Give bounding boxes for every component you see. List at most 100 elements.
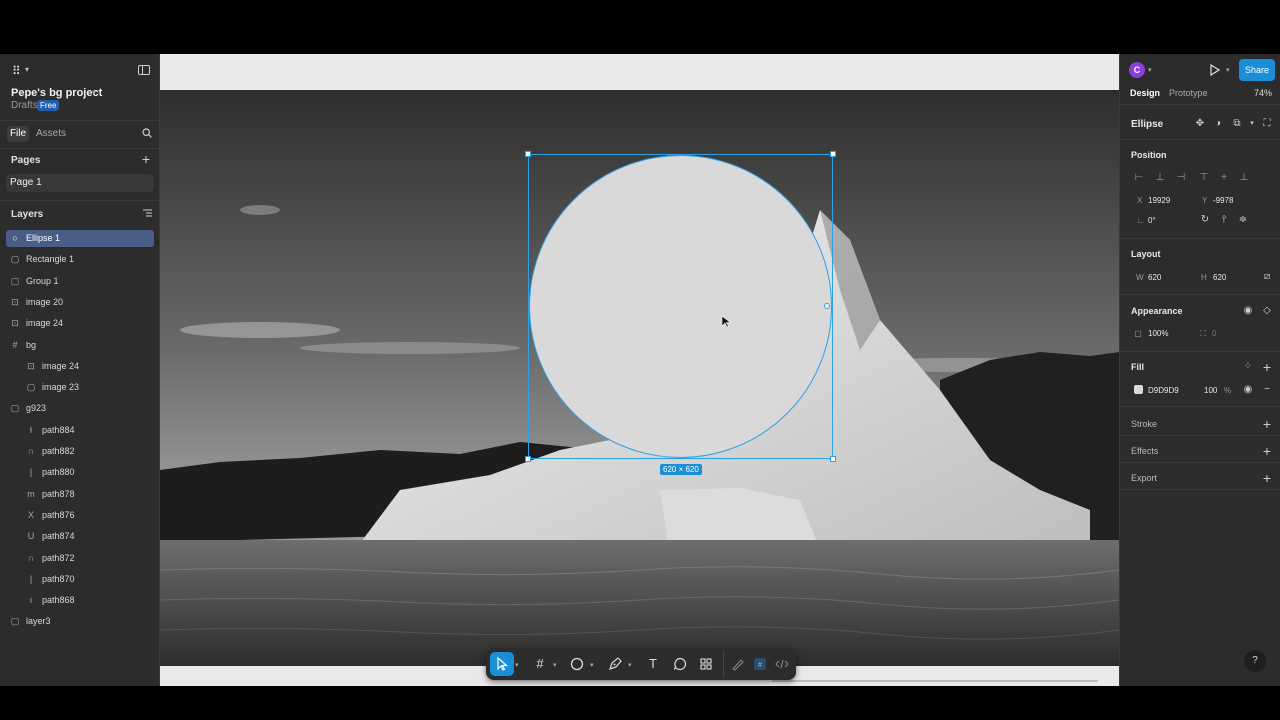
fill-opacity-input[interactable]: 100	[1204, 386, 1217, 395]
layer-list-icon[interactable]	[143, 209, 152, 217]
search-icon[interactable]	[142, 128, 152, 138]
layer-row[interactable]: ▢ g923	[6, 400, 154, 417]
remove-fill-icon[interactable]: −	[1261, 385, 1273, 395]
y-input[interactable]: -9978	[1213, 196, 1233, 205]
chevron-down-icon[interactable]: ▾	[628, 661, 632, 669]
chevron-down-icon[interactable]: ▾	[553, 661, 557, 669]
avatar[interactable]: C	[1129, 62, 1145, 78]
resize-handle-bottom-right[interactable]	[830, 456, 836, 462]
pen-tool[interactable]	[603, 652, 627, 676]
add-page-icon[interactable]: +	[141, 152, 151, 166]
chevron-down-icon[interactable]: ▾	[92, 88, 96, 97]
layer-row[interactable]: | path870	[6, 571, 154, 588]
width-input[interactable]: 620	[1148, 273, 1161, 282]
tab-assets[interactable]: Assets	[36, 126, 66, 142]
divider	[723, 652, 724, 676]
draw-mode-button[interactable]	[726, 652, 750, 676]
layer-row[interactable]: | path880	[6, 464, 154, 481]
layer-row[interactable]: ▢ image 23	[6, 379, 154, 396]
horizontal-scrollbar[interactable]	[772, 680, 1098, 682]
flip-horizontal-icon[interactable]: ⫯	[1218, 215, 1230, 225]
tab-prototype[interactable]: Prototype	[1169, 88, 1208, 98]
move-tool[interactable]	[490, 652, 514, 676]
layer-row[interactable]: ○ Ellipse 1	[6, 230, 154, 247]
zoom-level[interactable]: 74%	[1254, 88, 1272, 98]
frame-tool[interactable]: #	[528, 652, 552, 676]
layer-row[interactable]: ƚ path884	[6, 422, 154, 439]
chevron-down-icon[interactable]: ▾	[515, 661, 519, 669]
chevron-down-icon[interactable]: ▾	[1226, 66, 1230, 74]
chevron-down-icon[interactable]: ▾	[590, 661, 594, 669]
rotation-input[interactable]: 0°	[1148, 216, 1156, 225]
layer-row[interactable]: m path878	[6, 486, 154, 503]
eye-icon[interactable]: ◉	[1242, 306, 1254, 316]
layer-row[interactable]: ⊡ image 24	[6, 358, 154, 375]
blend-mode-icon[interactable]: ◇	[1261, 306, 1273, 316]
resize-handle-top-left[interactable]	[525, 151, 531, 157]
eye-icon[interactable]: ◉	[1242, 385, 1254, 395]
chevron-down-icon[interactable]: ▾	[1246, 119, 1258, 129]
height-input[interactable]: 620	[1213, 273, 1226, 282]
boolean-icon[interactable]: ⧉	[1231, 119, 1243, 129]
help-button[interactable]: ?	[1244, 650, 1266, 672]
opacity-input[interactable]: 100%	[1148, 329, 1168, 338]
align-center-v-icon[interactable]: +	[1218, 173, 1230, 183]
text-tool[interactable]: T	[641, 652, 665, 676]
layer-label: path880	[42, 467, 75, 478]
align-left-icon[interactable]: ⊢	[1133, 173, 1145, 183]
align-right-icon[interactable]: ⊣	[1175, 173, 1187, 183]
layer-row[interactable]: ∩ path882	[6, 443, 154, 460]
layer-row[interactable]: ∩ path872	[6, 550, 154, 567]
x-label: X	[1137, 196, 1143, 205]
mask-icon[interactable]: ◑	[1212, 119, 1224, 129]
layer-row[interactable]: ⊡ image 24	[6, 315, 154, 332]
corner-radius-input[interactable]: 0	[1212, 329, 1216, 338]
layer-row[interactable]: # bg	[6, 337, 154, 354]
selection-box[interactable]	[528, 154, 833, 459]
add-export-icon[interactable]: +	[1262, 471, 1272, 485]
present-play-icon[interactable]	[1210, 64, 1220, 76]
align-top-icon[interactable]: ⊤	[1198, 173, 1210, 183]
add-fill-icon[interactable]: +	[1262, 360, 1272, 374]
layer-row[interactable]: Xpath876	[6, 507, 154, 524]
layer-row[interactable]: ▢ Rectangle 1	[6, 251, 154, 268]
layer-row[interactable]: Upath874	[6, 528, 154, 545]
layer-row[interactable]: ı path868	[6, 592, 154, 609]
canvas[interactable]: 620 × 620	[160, 54, 1119, 686]
rotate-icon[interactable]: ↻	[1199, 215, 1211, 225]
page-item[interactable]: Page 1	[6, 174, 154, 192]
fill-hex-input[interactable]: D9D9D9	[1148, 386, 1179, 395]
add-effect-icon[interactable]: +	[1262, 444, 1272, 458]
tab-design[interactable]: Design	[1130, 88, 1160, 98]
style-grid-icon[interactable]: ⁘	[1242, 362, 1254, 372]
project-name[interactable]: Pepe's bg project	[11, 87, 102, 99]
align-bottom-icon[interactable]: ⊥	[1238, 173, 1250, 183]
tab-file[interactable]: File	[7, 126, 29, 142]
fill-swatch[interactable]	[1134, 385, 1143, 394]
chevron-down-icon[interactable]: ▾	[1148, 66, 1152, 74]
figma-menu-icon[interactable]: ⠿	[12, 64, 21, 78]
flip-vertical-icon[interactable]: ≑	[1237, 215, 1249, 225]
constrain-proportions-icon[interactable]: ⧄	[1261, 272, 1273, 282]
layer-row[interactable]: ▢ layer3	[6, 613, 154, 630]
design-mode-button[interactable]: #	[748, 652, 772, 676]
stroke-title: Stroke	[1131, 419, 1158, 429]
share-button[interactable]: Share	[1239, 59, 1275, 81]
dev-mode-button[interactable]	[770, 652, 794, 676]
comment-tool[interactable]	[668, 652, 692, 676]
layer-row[interactable]: ▢ Group 1	[6, 273, 154, 290]
layer-row[interactable]: ⊡ image 20	[6, 294, 154, 311]
shape-tool[interactable]	[565, 652, 589, 676]
add-stroke-icon[interactable]: +	[1262, 417, 1272, 431]
x-input[interactable]: 19929	[1148, 196, 1170, 205]
resize-handle-bottom-left[interactable]	[525, 456, 531, 462]
actions-tool[interactable]	[694, 652, 718, 676]
arc-handle[interactable]	[824, 303, 830, 309]
toggle-sidebar-icon[interactable]	[138, 65, 150, 75]
crop-icon[interactable]: ⛶	[1261, 119, 1273, 129]
chevron-down-icon[interactable]: ▾	[25, 65, 29, 74]
component-icon[interactable]: ✥	[1194, 119, 1206, 129]
resize-handle-top-right[interactable]	[830, 151, 836, 157]
opacity-icon: ▢	[1134, 329, 1142, 338]
align-center-h-icon[interactable]: ⊥	[1154, 173, 1166, 183]
